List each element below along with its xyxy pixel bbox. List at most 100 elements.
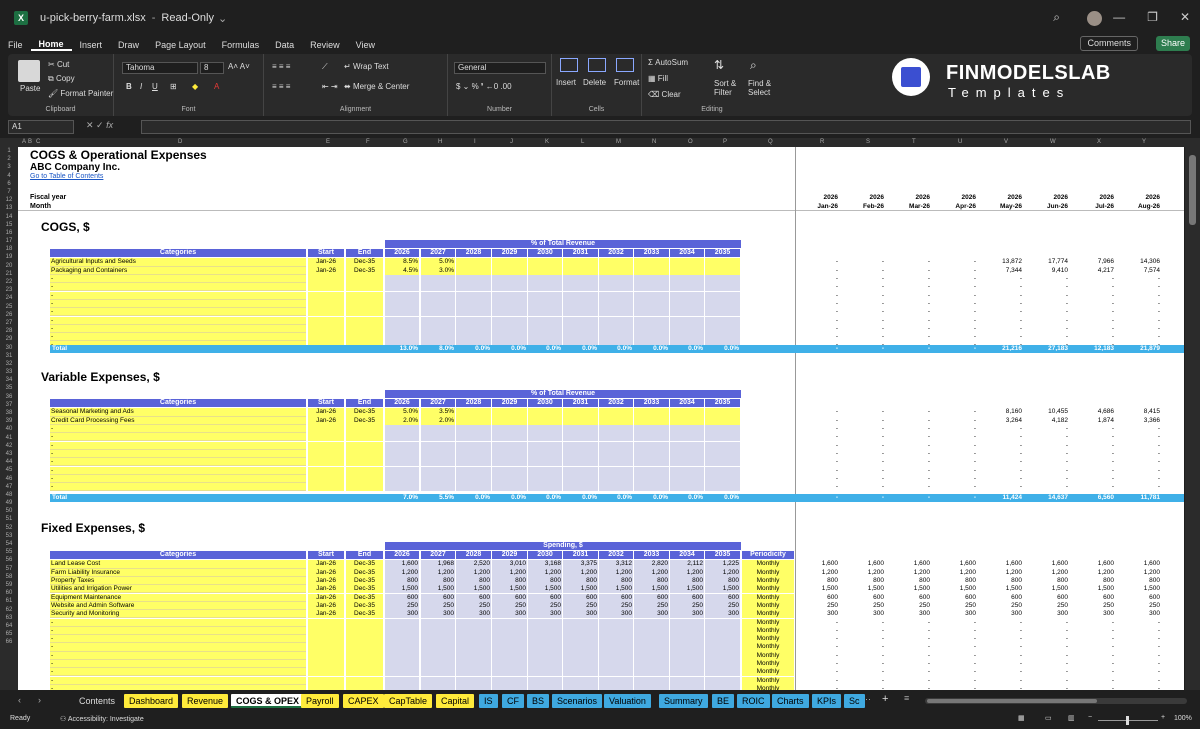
cogs-year-cell[interactable] [421,291,455,300]
cancel-icon[interactable]: ✕ [86,120,96,130]
cogs-year-cell[interactable] [456,283,491,292]
fixed-end-cell[interactable]: Dec-35 [346,568,383,577]
row-header[interactable]: 24 [0,294,18,302]
fixed-year-cell[interactable] [563,660,598,669]
fixed-year-cell[interactable] [634,668,669,677]
menu-tab-draw[interactable]: Draw [110,40,147,50]
fixed-year-cell[interactable] [421,643,455,652]
column-header-r[interactable]: R [820,139,824,145]
indent-icon[interactable]: ⇤ ⇥ [322,82,338,91]
row-header[interactable]: 2 [0,155,18,163]
variable-year-cell[interactable] [456,441,491,450]
variable-category-cell[interactable]: - [50,449,306,459]
fixed-end-cell[interactable]: Dec-35 [346,593,383,602]
variable-year-cell[interactable] [634,408,669,417]
row-header[interactable]: 16 [0,229,18,237]
cogs-year-cell[interactable] [634,275,669,284]
fixed-year-cell[interactable]: 3,168 [528,560,562,569]
variable-year-cell[interactable] [492,458,527,467]
row-header[interactable]: 18 [0,245,18,253]
fixed-year-cell[interactable] [599,643,633,652]
cogs-year-cell[interactable] [563,258,598,267]
fixed-year-cell[interactable] [385,635,419,644]
fixed-year-cell[interactable]: 300 [705,610,740,619]
align-left-icon[interactable]: ≡ ≡ ≡ [272,82,290,91]
variable-start-cell[interactable] [308,474,344,483]
fixed-end-cell[interactable] [346,668,383,677]
variable-year-cell[interactable] [492,425,527,434]
fixed-start-cell[interactable]: Jan-26 [308,593,344,602]
row-header[interactable]: 14 [0,213,18,221]
row-header[interactable]: 65 [0,630,18,638]
variable-year-cell[interactable] [385,425,419,434]
cogs-year-cell[interactable] [528,299,562,309]
name-box[interactable]: A1 [8,120,74,134]
wrap-text-button[interactable]: ↵ Wrap Text [344,62,389,71]
variable-year-cell[interactable] [634,433,669,442]
fixed-year-cell[interactable]: 1,225 [705,560,740,569]
variable-year-cell[interactable] [599,458,633,467]
fixed-year-cell[interactable] [385,676,419,685]
tab-revenue[interactable]: Revenue [182,694,229,708]
fixed-year-cell[interactable] [705,635,740,644]
cogs-year-cell[interactable] [670,283,704,292]
avatar[interactable] [1087,11,1102,26]
fixed-year-cell[interactable]: 300 [563,610,598,619]
fixed-year-cell[interactable]: 1,500 [599,585,633,594]
variable-year-cell[interactable] [705,425,740,434]
cogs-year-cell[interactable] [528,291,562,300]
fixed-year-cell[interactable]: 300 [528,610,562,619]
row-header[interactable]: 55 [0,548,18,556]
cogs-start-cell[interactable] [308,308,344,317]
fixed-year-cell[interactable] [599,651,633,660]
grow-font-icon[interactable]: A˄ A˅ [228,62,250,71]
cogs-start-cell[interactable] [308,324,344,333]
variable-year-cell[interactable] [456,449,491,459]
fixed-start-cell[interactable] [308,668,344,677]
variable-year-cell[interactable] [634,474,669,483]
fixed-start-cell[interactable] [308,676,344,685]
row-header[interactable]: 43 [0,450,18,458]
fixed-periodicity-cell[interactable]: Monthly [742,635,794,644]
fixed-year-cell[interactable]: 800 [456,577,491,586]
paste-icon[interactable] [18,60,40,82]
fixed-year-cell[interactable]: 250 [563,601,598,611]
variable-end-cell[interactable] [346,425,383,434]
variable-end-cell[interactable] [346,433,383,442]
vertical-scrollbar[interactable] [1185,147,1200,690]
cogs-year-cell[interactable] [705,333,740,342]
variable-year-cell[interactable] [634,441,669,450]
fixed-year-cell[interactable] [421,660,455,669]
fixed-year-cell[interactable] [670,660,704,669]
cogs-year-cell[interactable] [421,283,455,292]
delete-button[interactable]: Delete [583,78,606,87]
cogs-year-cell[interactable] [634,333,669,342]
variable-year-cell[interactable] [421,449,455,459]
enter-icon[interactable]: ✓ [96,120,106,130]
variable-year-cell[interactable] [599,425,633,434]
variable-year-cell[interactable] [456,416,491,425]
fixed-end-cell[interactable] [346,676,383,685]
fixed-year-cell[interactable] [492,651,527,660]
column-header-u[interactable]: U [958,139,962,145]
cogs-start-cell[interactable] [308,283,344,292]
cogs-year-cell[interactable] [492,308,527,317]
variable-year-cell[interactable]: 2.0% [385,416,419,425]
fixed-year-cell[interactable] [492,676,527,685]
row-header[interactable]: 52 [0,524,18,532]
menu-tab-home[interactable]: Home [30,39,72,51]
accessibility-status[interactable]: ⚇ Accessibility: Investigate [60,715,144,723]
column-header-y[interactable]: Y [1142,139,1146,145]
fixed-year-cell[interactable]: 1,200 [528,568,562,577]
row-header[interactable]: 1 [0,147,18,155]
fixed-start-cell[interactable]: Jan-26 [308,585,344,594]
cogs-year-cell[interactable] [599,283,633,292]
fixed-year-cell[interactable]: 800 [385,577,419,586]
column-header-d[interactable]: D [178,139,182,145]
fixed-year-cell[interactable] [705,626,740,635]
cogs-year-cell[interactable] [563,266,598,275]
restore-icon[interactable]: ❐ [1147,10,1158,24]
variable-year-cell[interactable] [705,466,740,475]
cogs-year-cell[interactable] [599,324,633,333]
variable-year-cell[interactable] [492,449,527,459]
